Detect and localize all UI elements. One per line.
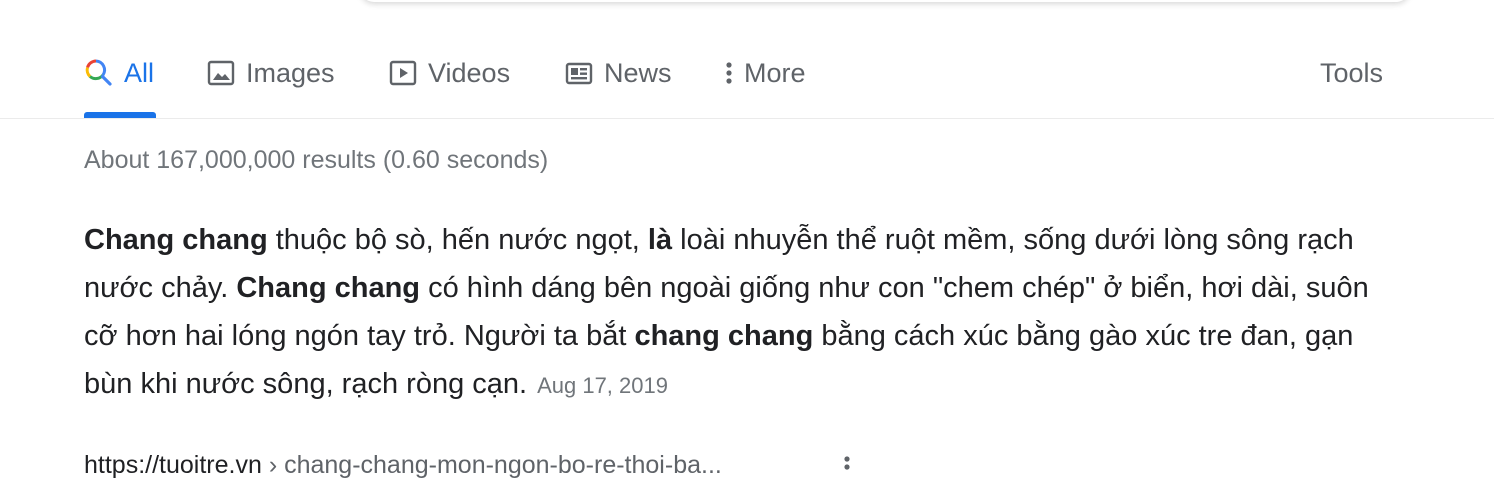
tab-label: Videos <box>428 58 511 88</box>
tab-label: More <box>744 58 806 88</box>
tab-images[interactable]: Images <box>206 56 335 118</box>
snippet-segment: thuộc bộ sò, hến nước ngọt, <box>267 224 648 256</box>
tab-label: Images <box>246 58 335 88</box>
tab-label: All <box>124 58 155 88</box>
play-icon <box>388 58 418 88</box>
tab-more[interactable]: More <box>722 56 806 118</box>
snippet-text: Chang chang thuộc bộ sò, hến nước ngọt, … <box>84 224 1369 400</box>
snippet-keyword: Chang chang <box>84 224 268 256</box>
news-icon <box>564 58 594 88</box>
search-tabs: All Images Videos News More Tools <box>0 0 1494 119</box>
featured-snippet: Chang chang thuộc bộ sò, hến nước ngọt, … <box>84 216 1404 410</box>
result-options-icon[interactable] <box>840 452 854 482</box>
result-stats: About 167,000,000 results (0.60 seconds) <box>84 146 549 174</box>
tab-label: News <box>604 58 672 88</box>
image-icon <box>206 58 236 88</box>
google-search-icon <box>84 58 114 88</box>
snippet-keyword: Chang chang <box>236 272 421 304</box>
vertical-dots-icon <box>722 58 736 88</box>
tab-news[interactable]: News <box>564 56 672 118</box>
result-site: https://tuoitre.vn <box>84 451 262 479</box>
tab-videos[interactable]: Videos <box>388 56 510 118</box>
snippet-keyword: là <box>647 224 673 256</box>
result-url[interactable]: https://tuoitre.vn › chang-chang-mon-ngo… <box>84 448 722 482</box>
tools-button[interactable]: Tools <box>1320 56 1383 90</box>
snippet-keyword: chang chang <box>634 320 814 352</box>
result-path: › chang-chang-mon-ngon-bo-re-thoi-ba... <box>261 451 722 479</box>
snippet-date: Aug 17, 2019 <box>537 373 668 398</box>
tab-all[interactable]: All <box>84 56 156 118</box>
